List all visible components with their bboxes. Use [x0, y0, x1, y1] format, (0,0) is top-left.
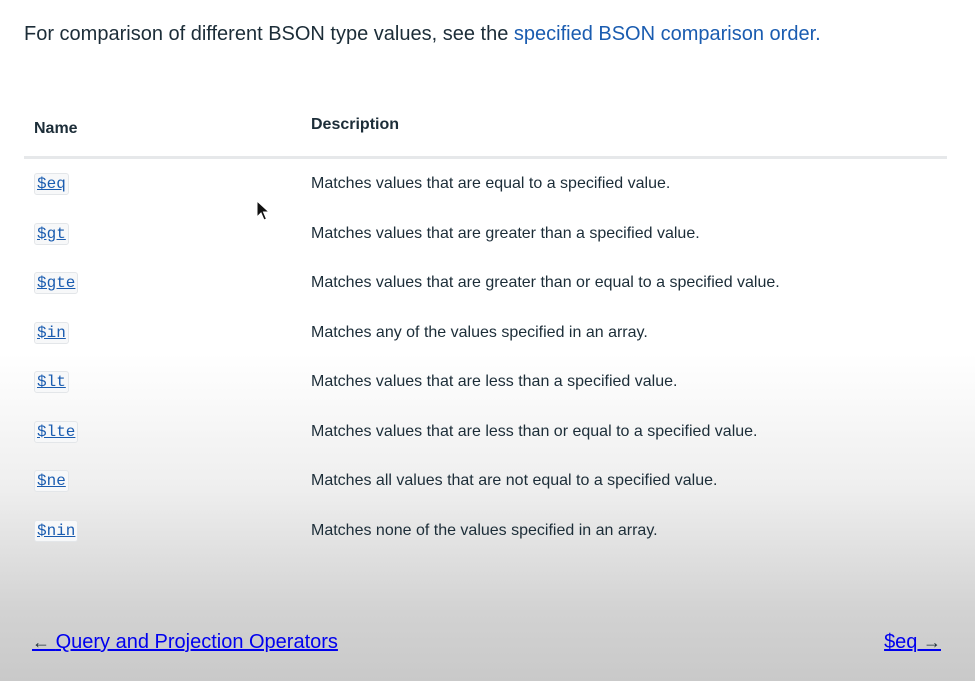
- table-row: $lte Matches values that are less than o…: [24, 407, 947, 457]
- table-row: $ne Matches all values that are not equa…: [24, 456, 947, 506]
- operator-link-lte[interactable]: $lte: [34, 420, 79, 443]
- column-header-name: Name: [34, 120, 78, 137]
- table-row: $gte Matches values that are greater tha…: [24, 258, 947, 308]
- operator-link-gte[interactable]: $gte: [34, 272, 79, 294]
- operator-description: Matches values that are less than or equ…: [311, 422, 758, 440]
- operator-link-eq[interactable]: $eq: [34, 173, 69, 195]
- operator-description: Matches values that are greater than or …: [311, 274, 780, 291]
- operator-link-in[interactable]: $in: [34, 321, 69, 344]
- previous-page-link[interactable]: ← Query and Projection Operators: [32, 628, 338, 656]
- operator-link-ne[interactable]: $ne: [34, 470, 69, 492]
- operator-description: Matches any of the values specified in a…: [311, 323, 648, 341]
- operator-description: Matches values that are equal to a speci…: [311, 175, 671, 192]
- operator-description: Matches values that are greater than a s…: [311, 224, 700, 242]
- next-page-link[interactable]: $eq →: [884, 628, 941, 656]
- operator-link-nin[interactable]: $nin: [34, 519, 79, 542]
- operator-description: Matches none of the values specified in …: [311, 521, 658, 539]
- arrow-left-icon: ←: [32, 632, 50, 652]
- bson-comparison-order-link[interactable]: specified BSON comparison order.: [514, 23, 821, 45]
- previous-page-label: Query and Projection Operators: [55, 631, 338, 653]
- operator-link-gt[interactable]: $gt: [34, 222, 69, 245]
- column-header-description: Description: [311, 116, 400, 133]
- table-row: $lt Matches values that are less than a …: [24, 357, 947, 407]
- table-row: $nin Matches none of the values specifie…: [24, 506, 947, 556]
- table-row: $eq Matches values that are equal to a s…: [24, 159, 947, 209]
- mouse-pointer-icon: [256, 200, 270, 221]
- arrow-right-icon: →: [923, 632, 941, 652]
- operators-table: Name Description $eq Matches values that…: [24, 100, 947, 555]
- operator-description: Matches values that are less than a spec…: [311, 373, 678, 390]
- intro-paragraph: For comparison of different BSON type va…: [24, 20, 821, 48]
- table-header: Name Description: [24, 100, 947, 159]
- operator-description: Matches all values that are not equal to…: [311, 472, 718, 489]
- intro-text: For comparison of different BSON type va…: [24, 23, 514, 45]
- operator-link-lt[interactable]: $lt: [34, 371, 69, 393]
- table-row: $gt Matches values that are greater than…: [24, 209, 947, 259]
- table-row: $in Matches any of the values specified …: [24, 308, 947, 358]
- next-page-label: $eq: [884, 631, 918, 653]
